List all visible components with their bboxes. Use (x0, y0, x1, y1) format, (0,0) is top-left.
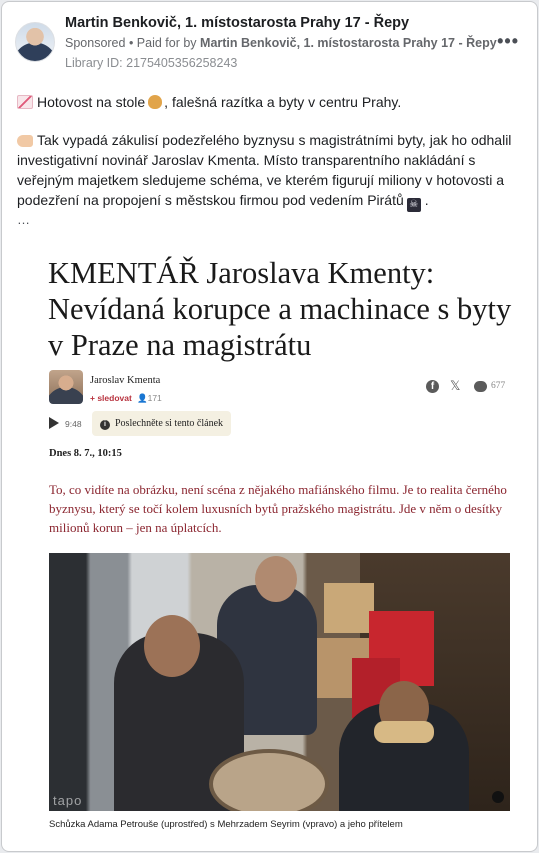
audio-duration: 9:48 (65, 419, 82, 429)
page-avatar[interactable] (15, 22, 55, 62)
post-text-1b: , falešná razítka a byty v centru Prahy. (164, 94, 402, 110)
photo-caption: Schůzka Adama Petrouše (uprostřed) s Meh… (49, 819, 403, 830)
followers-count: 👤171 (137, 393, 162, 403)
post-body-text: Hotovost na stole , falešná razítka a byt… (17, 92, 527, 212)
photo-table (209, 749, 329, 811)
sponsored-line: Sponsored • Paid for by Martin Benkovič,… (65, 36, 497, 50)
x-share-icon: 𝕏 (450, 378, 461, 393)
paid-for-prefix: Paid for by (136, 36, 201, 50)
listen-label: Poslechněte si tento článek (115, 418, 224, 429)
chart-decreasing-icon (17, 95, 33, 109)
cctv-photo: tapo (49, 553, 510, 811)
listen-article-pill: i Poslechněte si tento článek (92, 411, 232, 436)
followers-count-value: 171 (147, 393, 162, 403)
info-icon: i (100, 420, 110, 430)
article-screenshot-image[interactable]: KMENTÁŘ Jaroslava Kmenty: Nevídaná korup… (28, 239, 522, 842)
photo-watermark: tapo (53, 793, 83, 808)
page-name-link[interactable]: Martin Benkovič, 1. místostarosta Prahy … (65, 15, 409, 31)
library-id: Library ID: 2175405356258243 (65, 56, 238, 70)
photo-scarf (374, 721, 434, 743)
post-header: Martin Benkovič, 1. místostarosta Prahy … (2, 2, 537, 78)
comment-count: 677 (491, 381, 506, 391)
comment-icon (474, 381, 487, 392)
post-paragraph-1: Hotovost na stole , falešná razítka a byt… (17, 92, 527, 112)
pointing-hand-icon (17, 135, 33, 147)
author-name: Jaroslav Kmenta (90, 375, 161, 386)
post-text-2a: Tak vypadá zákulisí podezřelého byznysu … (17, 132, 512, 208)
photo-head (255, 556, 297, 602)
facebook-icon: f (426, 380, 439, 393)
article-lead: To, co vidíte na obrázku, není scéna z n… (49, 482, 507, 535)
separator-dot: • (125, 36, 137, 50)
money-bag-icon (148, 95, 163, 109)
author-avatar (49, 370, 83, 404)
ad-post-card: Martin Benkovič, 1. místostarosta Prahy … (1, 1, 538, 852)
post-text-1a: Hotovost na stole (37, 94, 146, 110)
play-icon (49, 417, 59, 429)
article-date: Dnes 8. 7., 10:15 (49, 448, 122, 459)
photo-head (144, 615, 200, 677)
pirate-flag-icon: ☠ (406, 198, 421, 212)
post-text-2b: . (424, 192, 429, 208)
photo-box (324, 583, 374, 633)
follow-link: + sledovat (90, 393, 132, 403)
paid-for-name: Martin Benkovič, 1. místostarosta Prahy … (200, 36, 497, 50)
photo-corner-icon (492, 791, 504, 803)
sponsored-label[interactable]: Sponsored (65, 36, 125, 50)
post-paragraph-2: Tak vypadá zákulisí podezřelého byznysu … (17, 130, 527, 212)
more-options-icon[interactable]: ••• (497, 32, 519, 50)
article-title: KMENTÁŘ Jaroslava Kmenty: Nevídaná korup… (48, 256, 512, 362)
see-more-link[interactable]: … (17, 212, 30, 227)
